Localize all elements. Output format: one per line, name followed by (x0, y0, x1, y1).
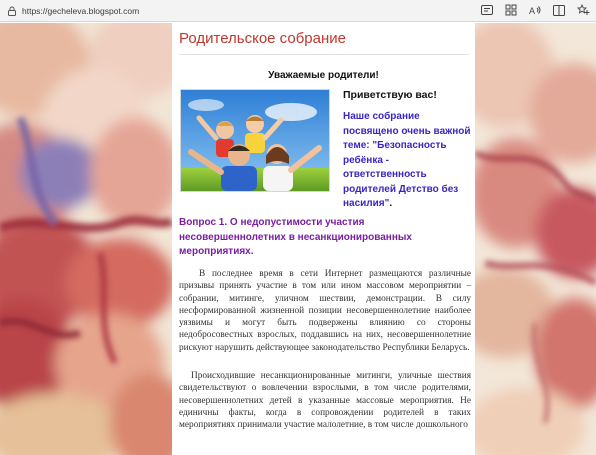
reader-view-icon[interactable] (480, 3, 494, 17)
question-heading: Вопрос 1. О недопустимости участия несов… (179, 217, 412, 257)
address-bar[interactable]: https://gecheleva.blogspot.com (6, 2, 139, 20)
paragraph-1: В последнее время в сети Интернет размещ… (179, 269, 471, 353)
split-screen-icon[interactable] (552, 3, 566, 17)
family-photo[interactable] (180, 89, 330, 192)
background-watercolor-left (0, 23, 172, 455)
blog-title[interactable]: Родительское собрание (179, 30, 346, 47)
post-intro-text: Наше собрание посвящено очень важной тем… (343, 111, 471, 209)
apps-icon[interactable] (504, 3, 518, 17)
svg-text:A: A (529, 6, 535, 16)
post-greeting: Уважаемые родители! (268, 70, 379, 81)
browser-toolbar: https://gecheleva.blogspot.com A (0, 0, 596, 22)
post-intro-end: . (389, 198, 393, 209)
blog-content-column: Родительское собрание Уважаемые родители… (172, 23, 475, 455)
title-divider (179, 54, 469, 55)
post-hello: Приветствую вас! (343, 89, 437, 101)
lock-icon[interactable] (6, 5, 18, 17)
post-intro: Наше собрание посвящено очень важной тем… (343, 110, 471, 212)
read-aloud-icon[interactable]: A (528, 3, 542, 17)
background-watercolor-right (475, 23, 596, 455)
favorites-icon[interactable] (576, 3, 590, 17)
url-text[interactable]: https://gecheleva.blogspot.com (22, 6, 139, 16)
paragraph-2: Происходившие несанкционированные митинг… (179, 371, 471, 431)
